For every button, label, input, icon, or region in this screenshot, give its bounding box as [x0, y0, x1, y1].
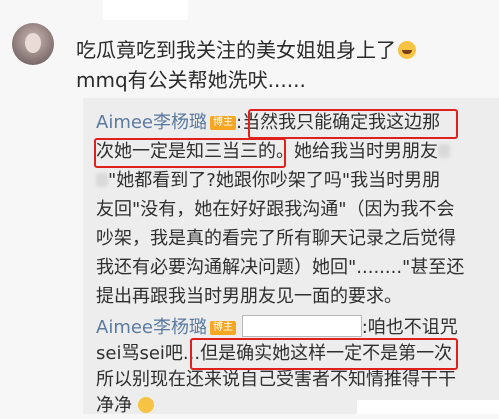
reply2-line-4: 净净 — [96, 393, 154, 419]
highlight-box-1 — [248, 109, 458, 139]
author-badge: 博主 — [210, 116, 236, 130]
comment-line-1-text: 吃瓜竟吃到我关注的美女姐姐身上了 — [76, 38, 396, 62]
avatar-face — [25, 33, 41, 53]
highlight-box-2 — [94, 138, 286, 168]
reply2-text-4: 净净 — [96, 395, 132, 416]
highlight-box-3 — [190, 338, 458, 370]
author-badge: 博主 — [210, 321, 236, 335]
emoji-icon — [137, 397, 154, 413]
reply1-line-6: 我还有必要沟通解决问题）她回"........"甚至还 — [96, 257, 465, 278]
reply1-line-4: 友回"没有，她在好好跟我沟通"（因为我不会 — [96, 199, 455, 220]
reply2-line-3: 所以别现在还来说自己受害者不知情推得干干 — [96, 369, 456, 390]
reply1-username[interactable]: Aimee李杨璐 — [96, 112, 207, 133]
blurred-emoji-icon — [96, 173, 108, 187]
comment-text: 吃瓜竟吃到我关注的美女姐姐身上了 mmq有公关帮她洗吠...... — [76, 35, 416, 95]
reply2-text-1: :咱也不诅咒 — [361, 317, 458, 338]
avatar[interactable] — [12, 23, 54, 65]
top-strip — [0, 0, 499, 20]
reply1-text-3: "她都看到了?她跟你吵架了吗"我当时男朋 — [108, 170, 441, 191]
laughing-crying-emoji-icon — [398, 41, 416, 59]
reply1-line-5: 吵架，我是真的看完了所有聊天记录之后觉得 — [96, 228, 456, 249]
top-white-box — [103, 0, 188, 20]
reply1-text-2: 。她给我当时男朋友 — [276, 141, 438, 162]
reply2-text-2: sei骂sei吧... — [96, 343, 201, 364]
reply2-username[interactable]: Aimee李杨璐 — [96, 317, 207, 338]
blurred-emoji-icon — [438, 144, 450, 158]
bottom-white-box — [357, 400, 499, 414]
redacted-box — [241, 315, 362, 337]
comment-line-1: 吃瓜竟吃到我关注的美女姐姐身上了 — [76, 35, 416, 65]
reply1-line-3: "她都看到了?她跟你吵架了吗"我当时男朋 — [96, 168, 440, 194]
comment-line-2: mmq有公关帮她洗吠...... — [76, 68, 306, 92]
reply1-line-7: 提出再跟我当时男朋友见一面的要求。 — [96, 286, 402, 307]
